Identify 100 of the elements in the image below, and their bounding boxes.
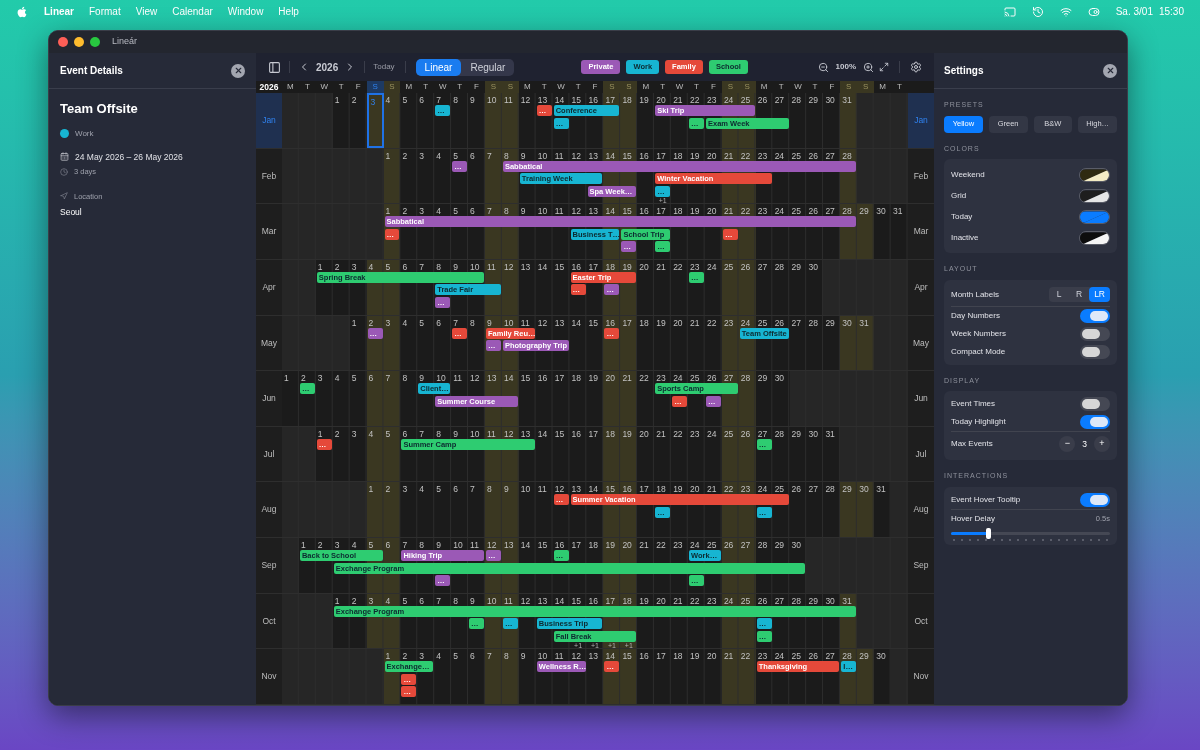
setting-label: Grid (951, 189, 967, 202)
segment-option[interactable]: LR (1089, 287, 1110, 302)
decrement-button[interactable]: − (1059, 436, 1076, 452)
zoom-in-icon[interactable] (863, 61, 874, 73)
day-number: 24 (739, 316, 752, 328)
color-swatch[interactable] (1079, 230, 1110, 245)
day-number: 21 (722, 650, 735, 662)
day-number: 22 (739, 149, 752, 161)
day-number: 3 (418, 205, 426, 217)
day-number: 10 (452, 539, 464, 551)
day-number: 22 (672, 260, 684, 272)
day-number: 8 (502, 650, 510, 662)
toggle-switch[interactable] (1080, 492, 1110, 507)
weekday-label: T (777, 81, 785, 93)
day-number: 29 (858, 205, 870, 217)
toggle-switch[interactable] (1080, 326, 1110, 341)
weekday-label: S (485, 81, 502, 93)
day-number: 5 (350, 372, 358, 384)
day-number: 8 (401, 372, 409, 384)
day-number: 25 (756, 316, 769, 328)
day-number: 3 (369, 96, 377, 107)
day-number: 16 (638, 650, 650, 662)
event-title: Team Offsite (60, 100, 139, 118)
day-number: 30 (790, 539, 803, 551)
day-number: 25 (722, 260, 735, 272)
day-number: 7 (469, 483, 476, 495)
day-number: 21 (722, 205, 735, 217)
day-number: 23 (655, 372, 667, 384)
toggle-switch[interactable] (1080, 415, 1110, 429)
weekday-label: S (603, 81, 621, 93)
segment-option[interactable]: L (1049, 287, 1070, 302)
minimize-button[interactable] (74, 37, 84, 47)
day-number: 2 (333, 260, 341, 272)
maximize-button[interactable] (90, 37, 100, 47)
settings-icon[interactable] (910, 61, 922, 73)
day-number: 25 (790, 205, 803, 217)
day-number: 19 (638, 594, 650, 606)
segment-option[interactable]: R (1069, 287, 1090, 302)
toggle-switch[interactable] (1080, 397, 1110, 411)
color-swatch[interactable] (1079, 209, 1110, 224)
weekday-label: M (759, 81, 769, 93)
day-number: 28 (790, 594, 803, 606)
day-number: 3 (333, 539, 341, 551)
day-number: 11 (486, 427, 497, 439)
color-swatch[interactable] (1079, 188, 1110, 203)
toggle-switch[interactable] (1080, 308, 1110, 323)
day-number: 27 (756, 427, 769, 439)
day-number: 24 (773, 650, 786, 662)
day-number: 26 (756, 94, 769, 105)
weekday-label: S (721, 81, 739, 93)
weekday-label: M (641, 81, 651, 93)
color-swatch[interactable] (1079, 167, 1110, 182)
view-tab[interactable]: Regular (461, 58, 515, 76)
setting-label: Today (951, 210, 973, 223)
day-number: 13 (502, 539, 515, 551)
day-number: 26 (756, 594, 769, 606)
day-number: 3 (384, 316, 392, 328)
day-number: 4 (435, 205, 442, 217)
slider-thumb[interactable] (985, 527, 991, 539)
day-number: 22 (689, 594, 701, 606)
close-button[interactable] (1103, 63, 1117, 78)
weekday-label: T (693, 81, 700, 93)
zoom-out-icon[interactable] (817, 61, 829, 73)
day-number: 2 (333, 427, 341, 439)
day-number: 8 (452, 594, 459, 606)
day-number: 21 (655, 260, 667, 272)
setting-label: Compact Mode (951, 345, 1006, 358)
year-label: 2026 (258, 81, 280, 93)
day-number: 16 (570, 260, 583, 272)
day-number: 9 (469, 594, 476, 606)
day-number: 26 (739, 260, 752, 272)
day-number: 5 (401, 94, 409, 105)
day-number: 12 (553, 483, 566, 495)
day-number: 18 (621, 594, 633, 606)
day-number: 14 (604, 650, 616, 662)
day-number: 3 (418, 650, 426, 662)
weekday-label: M (404, 81, 414, 93)
day-number: 1 (316, 427, 324, 439)
day-number: 16 (553, 539, 566, 551)
sidebar-icon[interactable] (268, 60, 281, 74)
day-number: 25 (773, 483, 786, 495)
day-number: 18 (672, 205, 684, 217)
increment-button[interactable]: + (1094, 436, 1110, 452)
setting-label: Event Times (951, 398, 995, 410)
today-cell[interactable]: 3 (366, 93, 384, 148)
day-number: 11 (502, 594, 514, 606)
view-tab[interactable]: Linear (415, 58, 462, 76)
setting-label: Month Labels (951, 288, 1000, 301)
weekday-label: W (674, 81, 685, 93)
day-number: 6 (469, 205, 476, 217)
weekday-label: M (286, 81, 295, 93)
day-number: 24 (756, 483, 769, 495)
expand-icon[interactable] (879, 62, 889, 72)
close-button[interactable] (231, 63, 245, 78)
day-number: 31 (824, 427, 836, 439)
close-window-button[interactable] (58, 37, 68, 47)
day-number: 12 (570, 650, 583, 662)
toggle-switch[interactable] (1080, 344, 1110, 359)
today-button[interactable]: Today (373, 61, 395, 73)
day-number: 16 (604, 316, 616, 328)
